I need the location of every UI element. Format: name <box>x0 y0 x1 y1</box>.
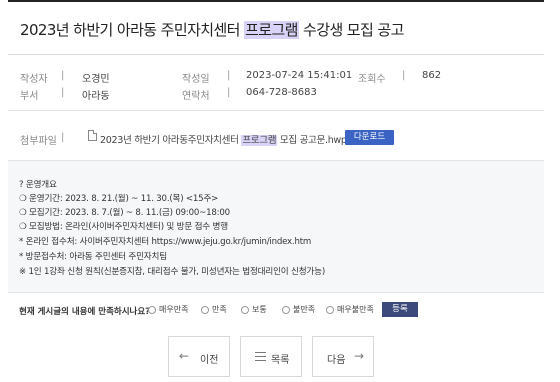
post-title: 2023년 하반기 아라동 주민자치센터 프로그램 수강생 모집 공고 <box>20 19 404 40</box>
arrow-right-icon: → <box>354 349 365 363</box>
radio-dissatisfied[interactable] <box>282 306 290 314</box>
post-title-text: 2023년 하반기 아라동 주민자치센터 <box>20 21 245 39</box>
views-value: 862 <box>422 70 442 81</box>
radio-label: 보통 <box>252 305 267 314</box>
list-button[interactable]: 목록 <box>240 336 302 377</box>
file-name-highlight: 프로그램 <box>241 135 278 146</box>
arrow-left-icon: ← <box>179 349 190 363</box>
file-icon <box>88 130 97 141</box>
content-line: ? 운영개요 <box>19 180 57 190</box>
radio-very-dissatisfied[interactable] <box>326 306 334 314</box>
content-line: * 방문접수처: 아라동 주민센터 주민자치팀 <box>19 252 167 262</box>
separator: | <box>61 132 65 143</box>
list-label: 목록 <box>271 355 290 366</box>
dept-label: 부서 <box>20 91 39 102</box>
post-header: 2023년 하반기 아라동 주민자치센터 프로그램 수강생 모집 공고 <box>8 0 544 55</box>
list-icon <box>255 352 266 361</box>
radio-label: 만족 <box>212 305 227 314</box>
separator: | <box>227 70 231 81</box>
file-name-text: 2023년 하반기 아라동주민자치센터 <box>100 135 242 146</box>
radio-label: 매우불만족 <box>337 305 374 314</box>
next-label: 다음 <box>327 355 346 366</box>
radio-label: 불만족 <box>293 305 316 314</box>
separator: | <box>227 87 231 98</box>
download-button[interactable]: 다운로드 <box>345 130 394 145</box>
date-label: 작성일 <box>182 74 210 85</box>
prev-button[interactable]: ← 이전 <box>168 336 230 377</box>
date-value: 2023-07-24 15:41:01 <box>246 70 353 81</box>
survey-question: 현재 게시글의 내용에 만족하시나요? <box>19 307 151 317</box>
contact-label: 연락처 <box>182 91 210 102</box>
separator: | <box>61 87 65 98</box>
separator: | <box>61 70 65 81</box>
satisfaction-survey: 현재 게시글의 내용에 만족하시나요? 매우만족 만족 보통 불만족 매우불만족… <box>8 293 544 326</box>
post-title-text-end: 수강생 모집 공고 <box>298 21 404 39</box>
radio-very-satisfied[interactable] <box>148 306 156 314</box>
author-label: 작성자 <box>20 74 48 85</box>
attachment-row: 첨부파일 | 2023년 하반기 아라동주민자치센터 프로그램 모집 공고문.h… <box>8 111 544 161</box>
radio-neutral[interactable] <box>241 306 249 314</box>
content-line: ❍ 운영기간: 2023. 8. 21.(월) ~ 11. 30.(목) <15… <box>19 194 219 204</box>
post-title-highlight: 프로그램 <box>244 21 299 39</box>
post-content: ? 운영개요 ❍ 운영기간: 2023. 8. 21.(월) ~ 11. 30.… <box>8 161 544 293</box>
content-line: * 온라인 접수처: 사이버주민자치센터 https://www.jeju.go… <box>19 237 312 247</box>
post-meta: 작성자 | 오경민 작성일 | 2023-07-24 15:41:01 조회수 … <box>8 55 544 111</box>
author-value: 오경민 <box>82 74 110 85</box>
attachment-file-link[interactable]: 2023년 하반기 아라동주민자치센터 프로그램 모집 공고문.hwp <box>100 132 347 146</box>
views-label: 조회수 <box>358 74 386 85</box>
survey-submit-button[interactable]: 등록 <box>382 302 418 317</box>
contact-value: 064-728-8683 <box>246 87 317 98</box>
prev-label: 이전 <box>200 355 219 366</box>
dept-value: 아라동 <box>82 91 110 102</box>
content-line: ❍ 모집기간: 2023. 8. 7.(월) ~ 8. 11.(금) 09:00… <box>19 208 230 218</box>
next-button[interactable]: 다음 → <box>312 336 374 377</box>
attachment-label: 첨부파일 <box>20 136 57 147</box>
file-name-text-end: 모집 공고문.hwp <box>277 135 347 146</box>
separator: | <box>402 70 406 81</box>
content-line: ❍ 모집방법: 온라인(사이버주민자치센터) 및 방문 접수 병행 <box>19 222 228 232</box>
content-line: ※ 1인 1강좌 신청 원칙(신분증지참, 대리접수 불가, 미성년자는 법정대… <box>19 267 325 277</box>
radio-satisfied[interactable] <box>201 306 209 314</box>
radio-label: 매우만족 <box>159 305 189 314</box>
